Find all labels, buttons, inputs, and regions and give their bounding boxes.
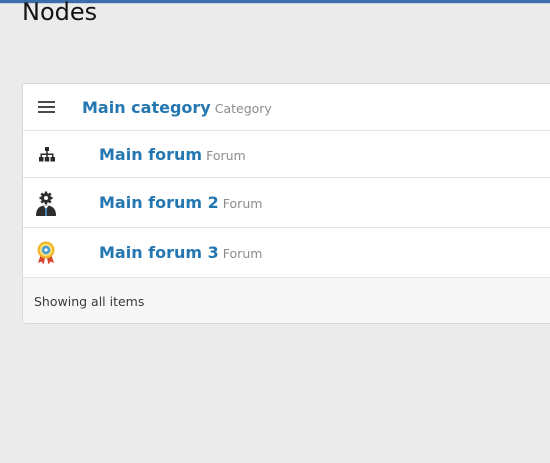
showing-items-text: Showing all items xyxy=(34,294,145,309)
node-title-text[interactable]: Main forum 2 xyxy=(99,193,219,212)
hamburger-icon[interactable] xyxy=(38,100,55,114)
node-row-category: Main category Category xyxy=(23,84,550,131)
node-type-label: Forum xyxy=(222,196,263,211)
award-ribbon-icon xyxy=(37,241,55,265)
node-title-text[interactable]: Main category xyxy=(82,98,211,117)
node-row-forum-2: Main forum 2 Forum xyxy=(23,178,550,228)
node-link-main-forum[interactable]: Main forum Forum xyxy=(99,131,246,179)
user-gear-icon xyxy=(36,191,56,216)
node-list-panel: Main categoryCategory Main forum Forum xyxy=(22,83,550,324)
node-row-forum-3: Main forum 3 Forum xyxy=(23,228,550,278)
node-type-label: Forum xyxy=(222,246,263,261)
node-link-main-category[interactable]: Main category Category xyxy=(82,84,272,132)
node-link-main-forum-2[interactable]: Main forum 2 Forum xyxy=(99,178,262,229)
hierarchy-icon xyxy=(39,147,55,162)
list-footer: Showing all items xyxy=(23,278,550,323)
node-link-main-forum-3[interactable]: Main forum 3 Forum xyxy=(99,228,262,279)
node-type-label: Category xyxy=(214,101,272,116)
node-type-label: Forum xyxy=(206,148,246,163)
node-title-text[interactable]: Main forum xyxy=(99,145,202,164)
node-row-forum: Main forum Forum xyxy=(23,131,550,178)
page-title: Nodes xyxy=(22,0,98,26)
node-title-text[interactable]: Main forum 3 xyxy=(99,243,219,262)
